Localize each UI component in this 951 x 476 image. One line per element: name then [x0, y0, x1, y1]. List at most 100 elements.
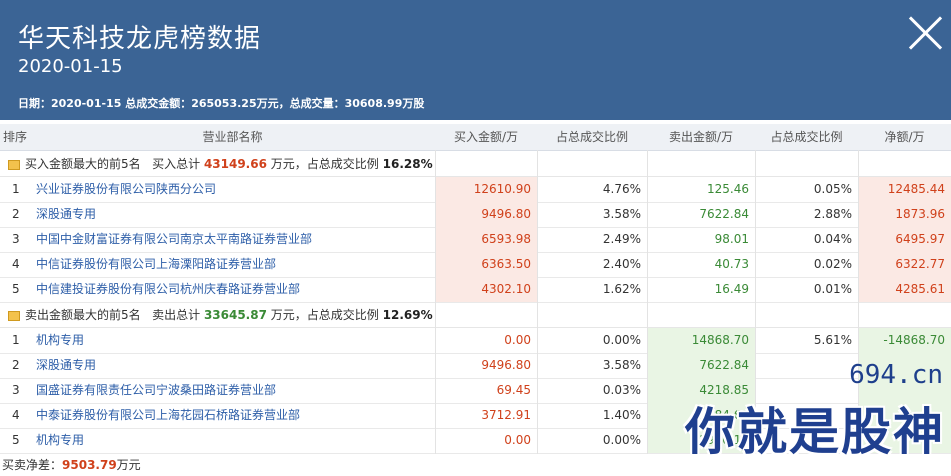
sell-amount: 14868.70 [647, 328, 755, 353]
sell-total-pct: 12.69% [382, 308, 433, 322]
buy-total-label: 买入总计 [152, 157, 201, 171]
table-row: 2 深股通专用 9496.80 3.58% 7622.84 [0, 353, 951, 379]
row-rank: 4 [12, 408, 20, 422]
sell-amount: 98.01 [714, 232, 749, 246]
branch-link[interactable]: 机构专用 [30, 428, 435, 453]
sell-amount: 7622.84 [699, 207, 749, 221]
table-row: 4 中信证券股份有限公司上海溧阳路证券营业部 6363.50 2.40% 40.73 0.… [0, 252, 951, 278]
net-amount: 4285.61 [858, 277, 951, 302]
buy-pct: 1.40% [602, 408, 641, 422]
row-rank: 2 [12, 358, 20, 372]
buy-pct: 0.00% [602, 333, 641, 347]
buy-amount: 4302.10 [435, 277, 537, 302]
sell-section-header: 卖出金额最大的前5名 卖出总计 33645.87 万元，占总成交比例 12.69… [0, 303, 951, 328]
net-diff-label: 买卖净差： [2, 458, 63, 472]
folder-icon [8, 159, 20, 170]
row-rank: 5 [12, 282, 20, 296]
buy-pct: 1.62% [602, 282, 641, 296]
buy-amount: 0.00 [504, 433, 531, 447]
buy-pct: 3.58% [602, 207, 641, 221]
summary-line: 日期：2020-01-15 总成交金额：265053.25万元，总成交量：306… [18, 97, 425, 110]
buy-total: 43149.66 [203, 157, 267, 171]
col-net: 净额/万 [884, 130, 925, 144]
buy-amount: 6363.50 [435, 252, 537, 277]
divider [435, 150, 436, 454]
table-row: 2 深股通专用 9496.80 3.58% 7622.84 2.88% 1873.96 [0, 202, 951, 228]
branch-link[interactable]: 中信建投证券股份有限公司杭州庆春路证券营业部 [30, 277, 435, 302]
col-rank: 排序 [2, 130, 27, 144]
col-sell-pct: 占总成交比例 [770, 130, 843, 144]
table-row: 3 中国中金财富证券有限公司南京太平南路证券营业部 6593.98 2.49% 98.0… [0, 227, 951, 253]
buy-pct: 0.03% [602, 383, 641, 397]
table-row: 1 机构专用 0.00 0.00% 14868.70 5.61% -14868.70 [0, 328, 951, 354]
buy-pct: 0.00% [602, 433, 641, 447]
buy-pct: 3.58% [602, 358, 641, 372]
branch-link[interactable]: 兴业证券股份有限公司陕西分公司 [30, 177, 435, 202]
sell-amount: 40.73 [714, 257, 749, 271]
net-diff-unit: 万元 [116, 458, 141, 472]
sell-pct: 0.02% [813, 257, 852, 271]
branch-link[interactable]: 中国中金财富证券有限公司南京太平南路证券营业部 [30, 227, 435, 252]
sell-amount: 16.49 [714, 282, 749, 296]
table-row: 1 兴业证券股份有限公司陕西分公司 12610.90 4.76% 125.46 0.05%… [0, 177, 951, 203]
sell-section-label: 卖出金额最大的前5名 [25, 308, 141, 322]
row-rank: 3 [12, 383, 20, 397]
sell-unit-text: 万元，占总成交比例 [270, 308, 379, 322]
buy-amount: 6593.98 [435, 227, 537, 252]
net-amount: -14868.70 [858, 328, 951, 353]
close-icon[interactable] [907, 14, 945, 52]
row-rank: 3 [12, 232, 20, 246]
sell-pct: 0.01% [813, 282, 852, 296]
buy-total-pct: 16.28% [382, 157, 433, 171]
page-title: 华天科技龙虎榜数据 [18, 24, 262, 54]
net-amount: 6495.97 [858, 227, 951, 252]
col-buy-pct: 占总成交比例 [555, 130, 628, 144]
buy-unit-text: 万元，占总成交比例 [270, 157, 379, 171]
buy-pct: 4.76% [602, 182, 641, 196]
table-row: 5 中信建投证券股份有限公司杭州庆春路证券营业部 4302.10 1.62% 16.49… [0, 277, 951, 303]
header: 华天科技龙虎榜数据 2020-01-15 日期：2020-01-15 总成交金额… [0, 0, 951, 120]
branch-link[interactable]: 中泰证券股份有限公司上海花园石桥路证券营业部 [30, 403, 435, 428]
buy-amount: 69.45 [496, 383, 531, 397]
col-sell: 卖出金额/万 [668, 130, 734, 144]
folder-icon [8, 310, 20, 321]
buy-pct: 2.40% [602, 257, 641, 271]
row-rank: 1 [12, 182, 20, 196]
table-header: 排序 营业部名称 买入金额/万 占总成交比例 卖出金额/万 占总成交比例 净额/… [0, 124, 951, 151]
buy-amount: 12610.90 [435, 177, 537, 202]
row-rank: 5 [12, 433, 20, 447]
buy-amount: 9496.80 [435, 202, 537, 227]
net-amount: 6322.77 [858, 252, 951, 277]
buy-pct: 2.49% [602, 232, 641, 246]
sell-pct: 0.04% [813, 232, 852, 246]
sell-total: 33645.87 [203, 308, 267, 322]
col-buy: 买入金额/万 [453, 130, 519, 144]
sell-total-label: 卖出总计 [152, 308, 201, 322]
sell-pct [755, 353, 858, 378]
buy-amount: 0.00 [504, 333, 531, 347]
row-rank: 1 [12, 333, 20, 347]
row-rank: 2 [12, 207, 20, 221]
branch-link[interactable]: 中信证券股份有限公司上海溧阳路证券营业部 [30, 252, 435, 277]
net-diff-value: 9503.79 [62, 458, 117, 472]
sell-amount: 7622.84 [647, 353, 755, 378]
branch-link[interactable]: 国盛证券有限责任公司宁波桑田路证券营业部 [30, 378, 435, 403]
net-amount: 1873.96 [858, 202, 951, 227]
branch-link[interactable]: 机构专用 [30, 328, 435, 353]
branch-link[interactable]: 深股通专用 [30, 353, 435, 378]
watermark-slogan: 你就是股神 [685, 403, 945, 461]
divider [647, 150, 648, 454]
sell-amount: 125.46 [707, 182, 749, 196]
sell-pct: 5.61% [813, 333, 852, 347]
buy-amount: 9496.80 [481, 358, 531, 372]
page-date: 2020-01-15 [18, 56, 123, 77]
net-amount: 12485.44 [858, 177, 951, 202]
col-branch: 营业部名称 [202, 130, 263, 144]
divider [537, 150, 538, 454]
row-rank: 4 [12, 257, 20, 271]
buy-section-label: 买入金额最大的前5名 [25, 157, 141, 171]
buy-section-header: 买入金额最大的前5名 买入总计 43149.66 万元，占总成交比例 16.28… [0, 152, 951, 177]
sell-pct: 2.88% [813, 207, 852, 221]
sell-pct: 0.05% [813, 182, 852, 196]
branch-link[interactable]: 深股通专用 [30, 202, 435, 227]
